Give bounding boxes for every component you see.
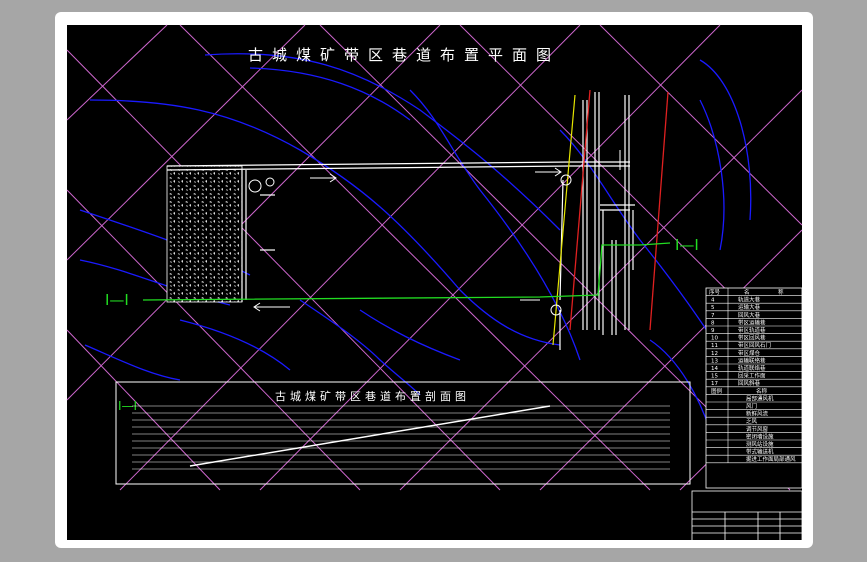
legend-row-name: 带区回风巷 [738,334,766,342]
legend-row-name: 带区轨道巷 [738,326,766,334]
legend-symbol-name: 测风站设施 [746,440,774,448]
legend-symbol-name: 新鲜风流 [746,410,769,418]
drawing-svg: I—I I—I 古城煤矿带区巷道布置剖面图 I—I 序号名称4 轨道大巷5 运输大巷… [66,24,803,542]
title-block [691,490,803,542]
section-title: 古城煤矿带区巷道布置剖面图 [275,389,470,403]
legend-symbol-name: 风门 [746,402,757,410]
legend-symbol-name: 带式输送机 [746,448,774,456]
legend-row-no: 7 [711,313,715,319]
legend-row-no: 13 [711,358,718,364]
legend-row-no: 17 [711,381,718,387]
shaft-markers [248,174,572,316]
coal-pillar-block [166,165,243,303]
legend-row-name: 回风斜巷 [738,379,761,387]
legend-symbol-name: 局部通风机 [746,394,774,402]
legend-header-name-2: 称 [778,288,784,296]
legend-symbol-header-name: 名称 [756,387,768,395]
legend-row-no: 8 [711,320,715,326]
legend-header-name: 名 [744,288,750,296]
legend-row-no: 10 [711,336,718,342]
legend-row-no: 12 [711,351,718,357]
legend-row-name: 带区回风石门 [738,341,771,349]
legend-row-name: 运输大巷 [738,303,761,311]
legend-row-name: 运输联络巷 [738,356,766,364]
legend-table: 序号名称4 轨道大巷5 运输大巷7 回风大巷8 带区运输巷9 带区轨道巷10 带区回风巷11… [705,287,803,489]
plan-section-marker-right: I—I [675,236,699,254]
legend-symbol-name: 乏风 [746,418,758,425]
legend-row-no: 9 [711,328,715,334]
section-seam-line [189,405,551,467]
legend-symbol-name: 掘进工作面局部通风 [746,455,796,463]
legend-row-no: 4 [711,298,715,304]
legend-row-name: 回风大巷 [738,311,761,319]
legend-row-no: 14 [711,366,718,372]
legend-row-name: 轨道联络巷 [738,364,766,372]
legend-row-no: 11 [711,343,718,349]
airflow-arrows [253,150,621,312]
legend-row-name: 带区运输巷 [738,318,766,326]
legend-row-name: 带区煤仓 [738,349,761,357]
legend-symbol-name: 密闭墙设施 [746,432,774,440]
legend-symbol-name: 调节风窗 [746,425,769,433]
legend-row-name: 轨道大巷 [738,296,761,304]
section-level-lines [132,405,670,470]
legend-row-name: 回采工作面 [738,372,766,380]
legend-row-no: 5 [711,305,715,311]
plan-section-marker-left: I—I [105,291,129,309]
legend-row-no: 15 [711,374,718,380]
legend-header-no: 序号 [709,288,721,296]
legend-symbol-header: 图例 [711,387,723,395]
plan-title: 古城煤矿带区巷道布置平面图 [248,46,561,64]
